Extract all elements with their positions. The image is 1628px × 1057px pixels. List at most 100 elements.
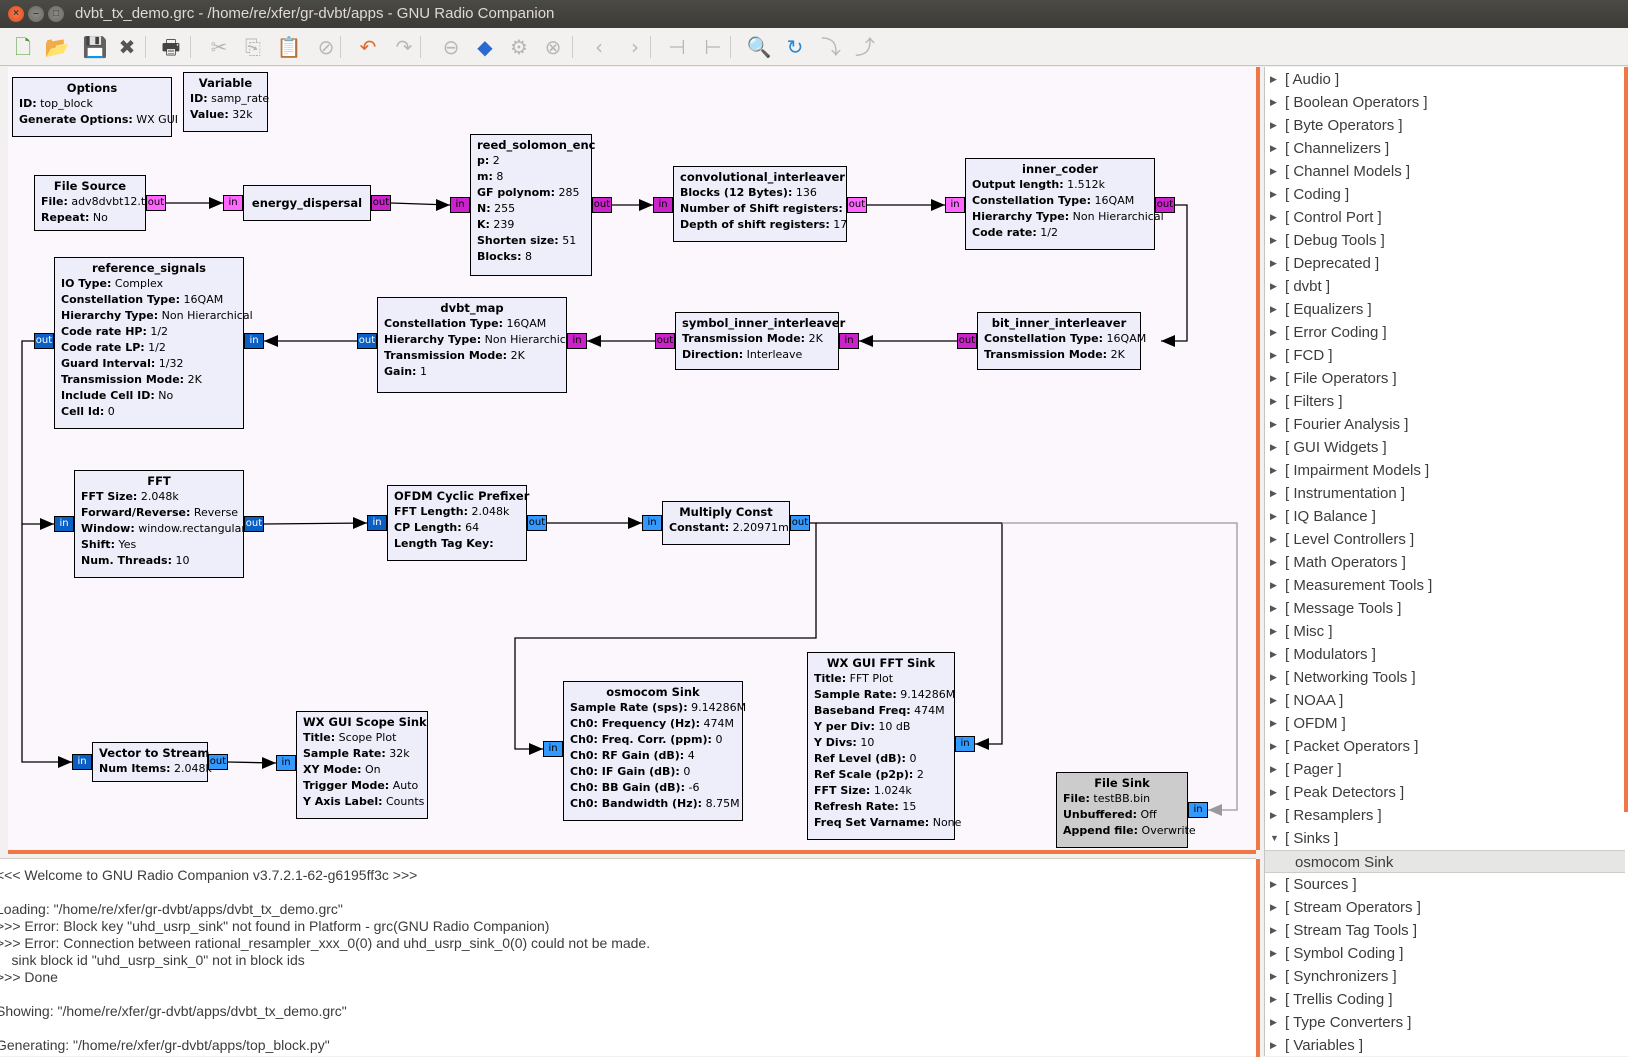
- move-down-button[interactable]: ⤵: [818, 34, 844, 60]
- console-scrollbar[interactable]: [1256, 859, 1260, 1057]
- block-variable[interactable]: Variable ID: samp_rate Value: 32k: [183, 72, 269, 132]
- tree-category[interactable]: ▶ [ Debug Tools ]: [1265, 229, 1625, 252]
- vector-to-stream-in-port[interactable]: in: [72, 754, 92, 770]
- new-button[interactable]: 🗋: [10, 34, 36, 60]
- collapsed-arrow-icon[interactable]: ▶: [1270, 574, 1277, 597]
- find-button[interactable]: 🔍: [746, 34, 772, 60]
- block-inner-coder[interactable]: inner_coder Output length: 1.512k Constell…: [965, 158, 1164, 250]
- tree-category[interactable]: ▶ [ Byte Operators ]: [1265, 114, 1625, 137]
- close-button[interactable]: ✖: [114, 34, 140, 60]
- ofdm-cyclic-prefixer-in-port[interactable]: in: [367, 515, 387, 531]
- cut-button[interactable]: ✂: [206, 34, 232, 60]
- open-button[interactable]: 📂: [44, 34, 70, 60]
- collapsed-arrow-icon[interactable]: ▶: [1270, 896, 1277, 919]
- block-wx-gui-fft-sink[interactable]: WX GUI FFT Sink Title: FFT Plot Sample Rat…: [807, 652, 961, 840]
- tree-category[interactable]: ▶ [ Trellis Coding ]: [1265, 988, 1625, 1011]
- canvas-horizontal-scrollbar[interactable]: [8, 850, 1256, 854]
- collapsed-arrow-icon[interactable]: ▶: [1270, 252, 1277, 275]
- collapsed-arrow-icon[interactable]: ▶: [1270, 91, 1277, 114]
- rotate-left-button[interactable]: ‹: [586, 34, 612, 60]
- tree-category[interactable]: ▶ [ Boolean Operators ]: [1265, 91, 1625, 114]
- tree-category[interactable]: ▶ [ GUI Widgets ]: [1265, 436, 1625, 459]
- collapsed-arrow-icon[interactable]: ▶: [1270, 482, 1277, 505]
- tree-category[interactable]: ▶ [ IQ Balance ]: [1265, 505, 1625, 528]
- tree-category[interactable]: ▶ [ Type Converters ]: [1265, 1011, 1625, 1034]
- rotate-right-button[interactable]: ›: [622, 34, 648, 60]
- collapsed-arrow-icon[interactable]: ▶: [1270, 436, 1277, 459]
- energy-dispersal-in-port[interactable]: in: [223, 195, 243, 211]
- collapsed-arrow-icon[interactable]: ▶: [1270, 919, 1277, 942]
- collapsed-arrow-icon[interactable]: ▶: [1270, 528, 1277, 551]
- reed-solomon-enc-out-port[interactable]: out: [592, 197, 612, 213]
- tree-category[interactable]: ▶ [ Filters ]: [1265, 390, 1625, 413]
- block-reed-solomon-enc[interactable]: reed_solomon_enc p: 2 m: 8 GF polynom: 285 N…: [470, 134, 595, 276]
- collapsed-arrow-icon[interactable]: ▶: [1270, 459, 1277, 482]
- reload-button[interactable]: ↻: [782, 34, 808, 60]
- block-bit-inner-interleaver[interactable]: bit_inner_interleaver Constellation Type:…: [977, 312, 1146, 370]
- fft-out-port[interactable]: out: [244, 516, 264, 532]
- tree-category[interactable]: ▶ [ Instrumentation ]: [1265, 482, 1625, 505]
- wx-gui-fft-sink-in-port[interactable]: in: [955, 736, 975, 752]
- enable-block-button[interactable]: ⊢: [700, 34, 726, 60]
- window-maximize-button[interactable]: □: [48, 6, 64, 22]
- collapsed-arrow-icon[interactable]: ▶: [1270, 643, 1277, 666]
- window-close-button[interactable]: ×: [8, 6, 24, 22]
- inner-coder-in-port[interactable]: in: [945, 197, 965, 213]
- refsig-to-fft-connection[interactable]: [21, 340, 54, 525]
- collapsed-arrow-icon[interactable]: ▶: [1270, 988, 1277, 1011]
- canvas-vertical-scrollbar[interactable]: [1256, 67, 1260, 850]
- multiply-const-in-port[interactable]: in: [642, 515, 662, 531]
- collapsed-arrow-icon[interactable]: ▶: [1270, 712, 1277, 735]
- collapsed-arrow-icon[interactable]: ▶: [1270, 873, 1277, 896]
- block-fft[interactable]: FFT FFT Size: 2.048k Forward/Reverse: Reve…: [74, 470, 255, 578]
- collapsed-arrow-icon[interactable]: ▶: [1270, 114, 1277, 137]
- symbol-inner-interleaver-out-port[interactable]: out: [655, 333, 675, 349]
- tree-category[interactable]: ▶ [ Packet Operators ]: [1265, 735, 1625, 758]
- refsig-to-v2s-connection[interactable]: [21, 524, 72, 763]
- ofdm-cyclic-prefixer-out-port[interactable]: out: [527, 515, 547, 531]
- collapsed-arrow-icon[interactable]: ▶: [1270, 321, 1277, 344]
- wx-gui-scope-sink-in-port[interactable]: in: [276, 755, 296, 771]
- collapsed-arrow-icon[interactable]: ▶: [1270, 68, 1277, 91]
- window-minimize-button[interactable]: –: [28, 6, 44, 22]
- fft-in-port[interactable]: in: [54, 516, 74, 532]
- dvbt-map-out-port[interactable]: out: [357, 333, 377, 349]
- disable-button[interactable]: ⊖: [438, 34, 464, 60]
- tree-category[interactable]: ▶ [ Sources ]: [1265, 873, 1625, 896]
- tree-block-item[interactable]: osmocom Sink: [1265, 850, 1625, 873]
- collapsed-arrow-icon[interactable]: ▶: [1270, 160, 1277, 183]
- tree-category[interactable]: ▶ [ Message Tools ]: [1265, 597, 1625, 620]
- tree-category[interactable]: ▶ [ Math Operators ]: [1265, 551, 1625, 574]
- collapsed-arrow-icon[interactable]: ▶: [1270, 206, 1277, 229]
- collapsed-arrow-icon[interactable]: ▶: [1270, 735, 1277, 758]
- tree-category[interactable]: ▶ [ Measurement Tools ]: [1265, 574, 1625, 597]
- undo-button[interactable]: ↶: [355, 34, 381, 60]
- bit-inner-interleaver-out-port[interactable]: out: [957, 333, 977, 349]
- tree-category[interactable]: ▶ [ Symbol Coding ]: [1265, 942, 1625, 965]
- print-button[interactable]: 🖶: [158, 34, 184, 60]
- tree-category[interactable]: ▶ [ OFDM ]: [1265, 712, 1625, 735]
- energy-dispersal-out-port[interactable]: out: [371, 195, 391, 211]
- tree-category[interactable]: ▶ [ Level Controllers ]: [1265, 528, 1625, 551]
- flowgraph-canvas[interactable]: Options ID: top_block Generate Options: WX…: [8, 67, 1256, 850]
- reference-signals-out-port[interactable]: out: [34, 333, 54, 349]
- tree-category[interactable]: ▶ [ Impairment Models ]: [1265, 459, 1625, 482]
- inner-coder-out-port[interactable]: out: [1155, 197, 1175, 213]
- block-osmocom-sink[interactable]: osmocom Sink Sample Rate (sps): 9.14286M C…: [563, 681, 746, 821]
- collapsed-arrow-icon[interactable]: ▶: [1270, 620, 1277, 643]
- collapsed-arrow-icon[interactable]: ▶: [1270, 804, 1277, 827]
- reference-signals-in-port[interactable]: in: [244, 333, 264, 349]
- collapsed-arrow-icon[interactable]: ▶: [1270, 298, 1277, 321]
- tree-category[interactable]: ▶ [ Channelizers ]: [1265, 137, 1625, 160]
- block-file-sink[interactable]: File Sink File: testBB.bin Unbuffered: Off…: [1056, 772, 1196, 848]
- block-multiply-const[interactable]: Multiply Const Constant: 2.20971m: [662, 501, 790, 545]
- collapsed-arrow-icon[interactable]: ▶: [1270, 1011, 1277, 1034]
- block-convolutional-interleaver[interactable]: convolutional_interleaver Blocks (12 Byte…: [673, 166, 860, 242]
- tree-category[interactable]: ▶ [ FCD ]: [1265, 344, 1625, 367]
- tree-category[interactable]: ▶ [ Control Port ]: [1265, 206, 1625, 229]
- collapsed-arrow-icon[interactable]: ▶: [1270, 1034, 1277, 1057]
- tree-category[interactable]: ▶ [ Pager ]: [1265, 758, 1625, 781]
- collapsed-arrow-icon[interactable]: ▶: [1270, 183, 1277, 206]
- collapsed-arrow-icon[interactable]: ▶: [1270, 390, 1277, 413]
- collapsed-arrow-icon[interactable]: ▶: [1270, 597, 1277, 620]
